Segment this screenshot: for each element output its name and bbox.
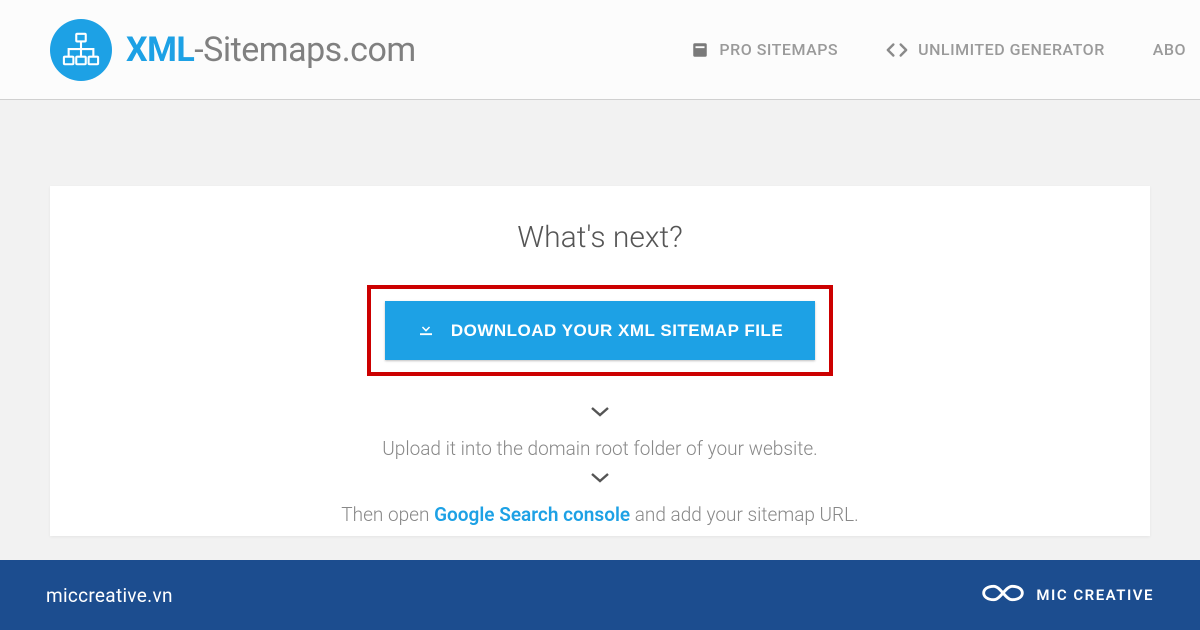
code-icon <box>886 42 908 58</box>
step-upload-text: Upload it into the domain root folder of… <box>50 437 1150 460</box>
page-body: What's next? DOWNLOAD YOUR XML SITEMAP F… <box>0 100 1200 560</box>
nav-links: PRO SITEMAPS UNLIMITED GENERATOR ABO <box>691 40 1200 59</box>
top-navbar: XML-Sitemaps.com PRO SITEMAPS UNLIMITED … <box>0 0 1200 100</box>
download-icon <box>417 319 435 342</box>
footer-brand: MIC CREATIVE <box>982 581 1154 609</box>
nav-label: UNLIMITED GENERATOR <box>918 40 1105 59</box>
nav-unlimited-generator[interactable]: UNLIMITED GENERATOR <box>886 40 1105 59</box>
footer-domain: miccreative.vn <box>46 584 173 607</box>
whats-next-card: What's next? DOWNLOAD YOUR XML SITEMAP F… <box>50 186 1150 536</box>
step2-suffix: and add your sitemap URL. <box>630 503 859 526</box>
sitemap-icon <box>50 19 112 81</box>
box-icon <box>691 41 709 59</box>
nav-label: ABO <box>1153 40 1186 59</box>
download-button-label: DOWNLOAD YOUR XML SITEMAP FILE <box>451 321 783 341</box>
download-highlight-box: DOWNLOAD YOUR XML SITEMAP FILE <box>367 285 833 376</box>
nav-label: PRO SITEMAPS <box>719 40 838 59</box>
footer-bar: miccreative.vn MIC CREATIVE <box>0 560 1200 630</box>
nav-about[interactable]: ABO <box>1153 40 1186 59</box>
infinity-icon <box>982 581 1024 609</box>
step2-prefix: Then open <box>341 503 434 526</box>
nav-pro-sitemaps[interactable]: PRO SITEMAPS <box>691 40 838 59</box>
logo-text: XML-Sitemaps.com <box>126 30 416 70</box>
chevron-down-icon <box>50 468 1150 489</box>
site-logo[interactable]: XML-Sitemaps.com <box>50 19 416 81</box>
footer-brand-text: MIC CREATIVE <box>1036 586 1154 604</box>
chevron-down-icon <box>50 402 1150 423</box>
step-console-text: Then open Google Search console and add … <box>50 503 1150 526</box>
download-sitemap-button[interactable]: DOWNLOAD YOUR XML SITEMAP FILE <box>385 301 815 360</box>
card-heading: What's next? <box>50 220 1150 255</box>
google-search-console-link[interactable]: Google Search console <box>434 503 630 526</box>
